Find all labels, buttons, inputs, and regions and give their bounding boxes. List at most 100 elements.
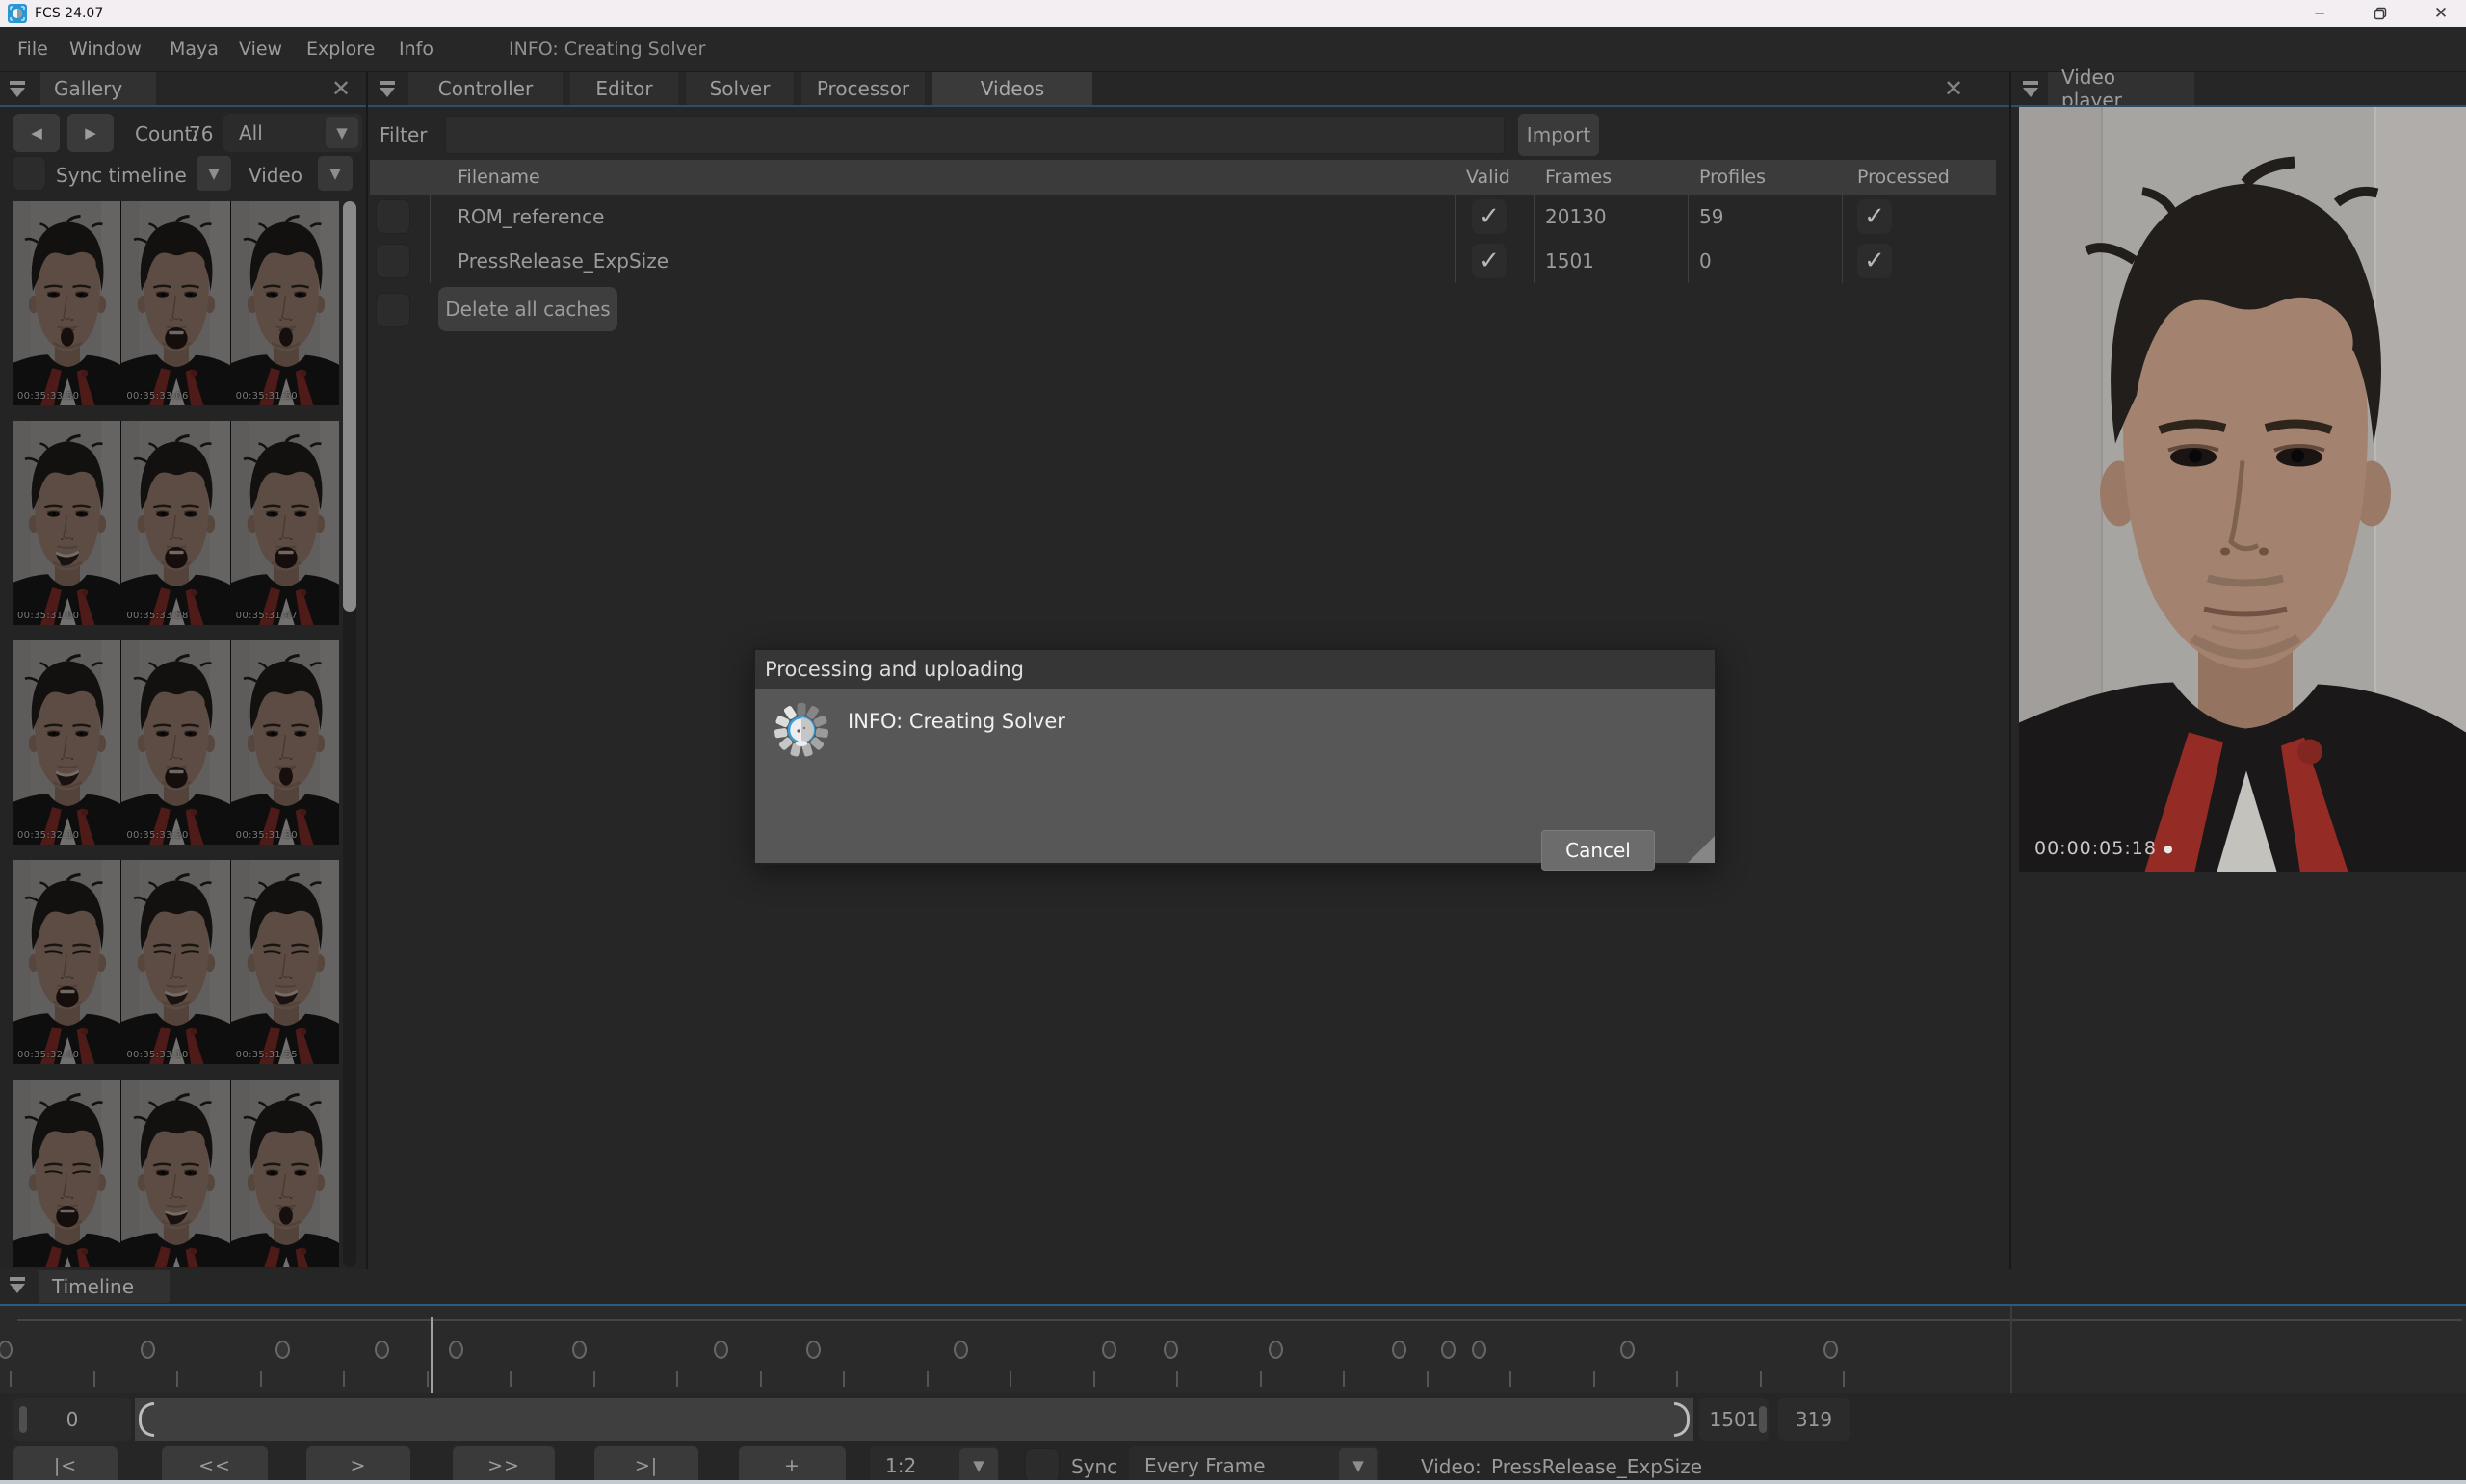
row-checkbox[interactable] [376,293,410,327]
gallery-close-icon[interactable]: ✕ [331,76,351,101]
gallery-filter-dropdown-icon[interactable]: ▼ [326,117,358,148]
delete-all-caches-button[interactable]: Delete all caches [438,287,617,331]
controller-collapse-icon[interactable] [378,79,397,98]
current-frame-field[interactable]: 319 [1778,1398,1850,1441]
thumbnail-frame[interactable]: 00:35:33:58 [121,421,229,625]
sync-dropdown-button[interactable]: ▼ [197,156,231,191]
zoom-ratio-dropdown-icon[interactable]: ▼ [959,1448,998,1483]
menu-file[interactable]: File [17,27,48,71]
thumbnail-frame[interactable]: 00:35:33:10 [121,860,229,1064]
range-start-value: 0 [66,1408,79,1431]
panel-divider [2009,72,2011,1269]
keyframe-marker[interactable] [1102,1341,1116,1359]
range-start-field[interactable]: 0 [13,1398,131,1441]
playback-mode-dropdown-icon[interactable]: ▼ [1339,1448,1377,1483]
timeline-collapse-icon[interactable] [8,1275,27,1294]
gallery-thumbnail-strip[interactable]: 00:35:31:00 00:35:33:58 00:35:31:47 [13,421,339,625]
keyframe-marker[interactable] [141,1341,155,1359]
thumbnail-frame[interactable]: 00:35:31:15 [231,1080,339,1267]
video-dropdown-button[interactable]: ▼ [318,156,353,191]
sync-timeline-checkbox[interactable] [12,156,46,191]
thumbnail-frame[interactable]: 00:35:31:30 [231,640,339,845]
timeline-track[interactable] [0,1306,2466,1393]
cancel-button[interactable]: Cancel [1541,830,1655,871]
thumbnail-frame[interactable]: 00:35:31:55 [231,860,339,1064]
thumbnail-frame[interactable]: 00:35:32:40 [13,860,120,1064]
keyframe-marker[interactable] [954,1341,968,1359]
import-button[interactable]: Import [1518,114,1599,156]
keyframe-marker[interactable] [1441,1341,1456,1359]
add-button[interactable]: + [739,1446,846,1484]
cell-profiles: 0 [1699,239,1712,283]
range-end-value: 1501 [1710,1408,1759,1431]
menu-view[interactable]: View [239,27,282,71]
thumbnail-frame[interactable]: 00:35:31:00 [13,421,120,625]
modal-resize-grip[interactable] [1688,836,1715,863]
thumbnail-frame[interactable]: 00:35:33:06 [121,201,229,405]
sync-checkbox[interactable] [1025,1448,1060,1483]
thumbnail-frame[interactable]: 00:35:32:25 [13,1080,120,1267]
menu-maya[interactable]: Maya [170,27,219,71]
gallery-thumbnail-strip[interactable]: 00:35:33:5000:35:33:0600:35:31:50 [13,201,339,405]
keyframe-marker[interactable] [449,1341,463,1359]
menu-info[interactable]: Info [399,27,433,71]
thumbnail-frame[interactable]: 00:35:33:50 [13,201,120,405]
gallery-collapse-icon[interactable] [8,79,27,98]
keyframe-marker[interactable] [1823,1341,1838,1359]
play-button[interactable]: > [306,1446,410,1484]
thumbnail-timecode: 00:35:33:58 [126,611,188,621]
keyframe-marker[interactable] [714,1341,728,1359]
tab-solver[interactable]: Solver [686,72,794,105]
row-checkbox[interactable] [376,244,410,278]
thumbnail-frame[interactable]: 00:35:31:47 [231,421,339,625]
restore-button[interactable] [2358,0,2402,27]
range-end-grip[interactable] [1759,1406,1767,1433]
go-to-end-button[interactable]: >| [594,1446,698,1484]
keyframe-marker[interactable] [1164,1341,1178,1359]
timeline-tick [1760,1371,1762,1387]
gallery-thumbnail-strip[interactable]: 00:35:32:4000:35:33:1000:35:31:55 [13,860,339,1064]
menu-window[interactable]: Window [69,27,142,71]
close-window-button[interactable]: ✕ [2419,0,2463,27]
range-start-grip[interactable] [19,1406,27,1433]
minimize-button[interactable]: ─ [2297,0,2342,27]
timeline-tick [593,1371,595,1387]
tab-controller[interactable]: Controller [408,72,563,105]
range-slider-track[interactable] [135,1398,1693,1441]
filter-input[interactable] [445,116,1505,154]
tab-editor[interactable]: Editor [570,72,678,105]
thumbnail-frame[interactable]: 00:35:33:20 [121,640,229,845]
step-forward-button[interactable]: >> [453,1446,555,1484]
keyframe-marker[interactable] [275,1341,290,1359]
row-checkbox[interactable] [376,199,410,234]
keyframe-marker[interactable] [1620,1341,1635,1359]
videoplayer-collapse-icon[interactable] [2021,79,2040,98]
keyframe-marker[interactable] [572,1341,587,1359]
tab-processor[interactable]: Processor [801,72,925,105]
thumbnail-frame[interactable]: 00:35:32:10 [13,640,120,845]
modal-title: Processing and uploading [755,650,1715,689]
gallery-scrollbar-thumb[interactable] [343,201,356,612]
go-to-start-button[interactable]: |< [13,1446,118,1484]
menu-explore[interactable]: Explore [306,27,375,71]
gallery-thumbnail-strip[interactable]: 00:35:32:2500:35:33:4000:35:31:15 [13,1080,339,1267]
controller-close-icon[interactable]: ✕ [1944,76,1963,101]
thumbnail-frame[interactable]: 00:35:33:40 [121,1080,229,1267]
keyframe-marker[interactable] [0,1341,13,1359]
keyframe-marker[interactable] [375,1341,389,1359]
keyframe-marker[interactable] [1269,1341,1283,1359]
gallery-prev-button[interactable]: ◀ [13,114,60,152]
timeline-panel-title[interactable]: Timeline [39,1270,170,1303]
keyframe-marker[interactable] [806,1341,821,1359]
tab-videos[interactable]: Videos [932,72,1092,105]
gallery-next-button[interactable]: ▶ [67,114,114,152]
step-back-button[interactable]: << [162,1446,268,1484]
keyframe-marker[interactable] [1472,1341,1486,1359]
video-frame[interactable] [2019,107,2466,872]
thumbnail-frame[interactable]: 00:35:31:50 [231,201,339,405]
gallery-panel-title[interactable]: Gallery [40,72,156,105]
gallery-thumbnail-strip[interactable]: 00:35:32:1000:35:33:2000:35:31:30 [13,640,339,845]
timeline-playhead[interactable] [431,1317,433,1393]
videoplayer-panel-title[interactable]: Video player [2048,72,2194,105]
keyframe-marker[interactable] [1392,1341,1406,1359]
